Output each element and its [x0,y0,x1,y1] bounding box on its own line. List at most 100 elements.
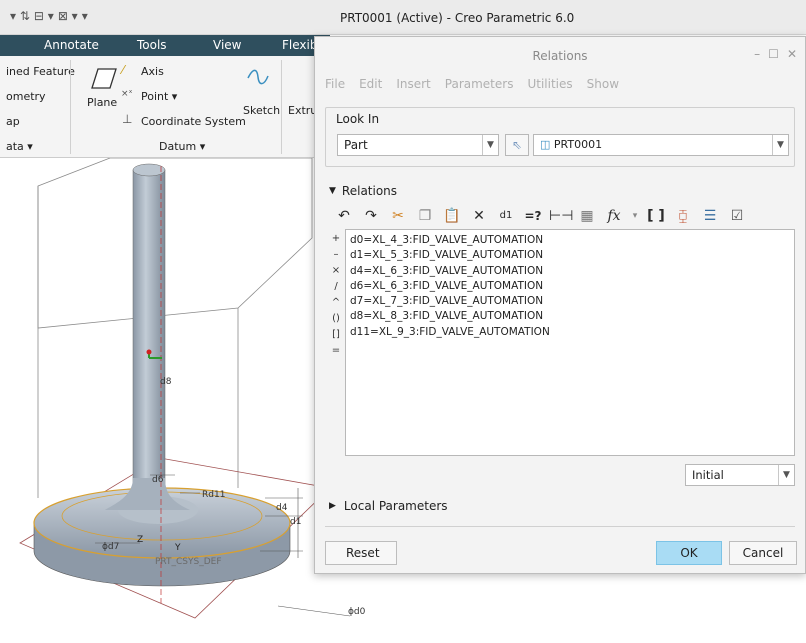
dimension-d8[interactable]: d8 [160,377,172,387]
cut-icon[interactable]: ✂ [387,206,409,226]
menu-utilities[interactable]: Utilities [527,77,572,91]
look-in-label: Look In [333,112,383,126]
dimension-d1[interactable]: d1 [290,517,301,527]
expand-triangle-icon: ▶ [329,501,336,511]
select-pointer-button[interactable]: ⇖ [505,134,529,156]
windows-icon[interactable]: ⊟ ▾ [34,9,54,23]
operator-palette: + – × / ^ () [] = [329,233,343,357]
tab-view[interactable]: View [213,38,241,52]
dimension-d4[interactable]: d4 [276,503,288,513]
relations-editor[interactable]: d0=XL_4_3:FID_VALVE_AUTOMATION d1=XL_5_3… [345,229,795,456]
window-controls: – ☐ ✕ [754,47,797,61]
cursor-icon: ⇖ [511,138,523,152]
ribbon-item-user-defined-feature[interactable]: ined Feature [6,65,75,78]
operator-multiply[interactable]: × [329,265,343,277]
ribbon-group-datum[interactable]: Datum ▾ [159,140,205,153]
tab-flexible-modeling[interactable]: Flexib [282,38,317,52]
dialog-header[interactable]: Relations – ☐ ✕ [315,37,805,73]
dimension-rd11[interactable]: Rd11 [202,490,225,500]
function-icon[interactable]: fx [603,206,625,226]
regenerate-icon[interactable]: ▾ ⇅ [10,9,30,23]
ok-button[interactable]: OK [656,541,722,565]
axis-icon[interactable]: ⁄ [122,63,124,77]
datum-plane-outline [37,158,313,329]
extrude-button[interactable]: Extru [288,104,317,117]
menu-edit[interactable]: Edit [359,77,382,91]
ribbon-divider [281,60,282,154]
operator-plus[interactable]: + [329,233,343,245]
relation-line: d0=XL_4_3:FID_VALVE_AUTOMATION [350,234,544,246]
cancel-button[interactable]: Cancel [729,541,797,565]
menu-insert[interactable]: Insert [396,77,430,91]
window-title-bar: ▾ ⇅ ⊟ ▾ ⊠ ▾ ▾ PRT0001 (Active) - Creo Pa… [0,0,806,35]
tab-tools[interactable]: Tools [137,38,167,52]
insert-parameter-icon[interactable]: ▦ [576,206,598,226]
evaluate-icon[interactable]: =? [522,206,544,226]
menu-parameters[interactable]: Parameters [445,77,514,91]
ribbon-group-data[interactable]: ata ▾ [6,140,33,153]
brackets-icon[interactable]: [ ] [645,206,667,226]
csys-z-label: Z [137,535,143,545]
expand-triangle-icon: ▼ [329,186,336,196]
app-title: PRT0001 (Active) - Creo Parametric 6.0 [340,11,575,25]
quick-access-toolbar: ▾ ⇅ ⊟ ▾ ⊠ ▾ ▾ [10,9,88,23]
redo-icon[interactable]: ↷ [360,206,382,226]
ribbon-item-wrap[interactable]: ap [6,115,20,128]
sketch-icon[interactable] [245,66,271,88]
ribbon-item-geometry[interactable]: ometry [6,90,46,103]
look-in-select[interactable]: Part ▼ [337,134,499,156]
relation-line: d4=XL_6_3:FID_VALVE_AUTOMATION [350,264,544,277]
plane-button[interactable]: Plane [87,96,117,109]
csys-y-label: Y [174,543,181,553]
operator-minus[interactable]: – [329,249,343,261]
maximize-icon[interactable]: ☐ [768,47,779,61]
relations-section-header[interactable]: ▼ Relations [329,184,397,198]
coordinate-system-icon[interactable]: ⊥ [122,112,132,126]
chevron-down-icon: ▼ [778,465,794,485]
sort-order-value: Initial [692,468,724,482]
unit-sensitivity-icon[interactable]: ⧮ [672,206,694,226]
ribbon-tabs: Annotate Tools View Flexib [0,35,330,56]
dialog-title: Relations [532,49,588,63]
operator-brackets[interactable]: [] [329,329,343,341]
plane-icon[interactable] [84,66,118,92]
close-icon[interactable]: ✕ [787,47,797,61]
paste-icon[interactable]: 📋 [441,206,463,226]
verify-icon[interactable]: ☑ [726,206,748,226]
operator-parentheses[interactable]: () [329,313,343,325]
point-icon[interactable]: ×ˣ [121,89,133,99]
relation-line: d11=XL_9_3:FID_VALVE_AUTOMATION [350,325,550,338]
operator-power[interactable]: ^ [329,297,343,309]
axis-button[interactable]: Axis [141,65,164,78]
point-button[interactable]: Point ▾ [141,90,177,103]
relations-dialog: Relations – ☐ ✕ File Edit Insert Paramet… [314,36,806,574]
sketch-button[interactable]: Sketch [243,104,280,117]
close-window-icon[interactable]: ⊠ ▾ [58,9,78,23]
relation-line: d8=XL_8_3:FID_VALVE_AUTOMATION [350,310,544,323]
coordinate-system-button[interactable]: Coordinate System [141,115,246,128]
minimize-icon[interactable]: – [754,47,760,61]
divider [325,526,795,527]
sort-icon[interactable]: ☰ [699,206,721,226]
dimension-d6[interactable]: d6 [152,475,164,485]
copy-icon[interactable]: ❐ [414,206,436,226]
measure-icon[interactable]: ⊢⊣ [549,206,573,226]
switch-dimensions-icon[interactable]: d1 [495,206,517,226]
menu-show[interactable]: Show [587,77,619,91]
local-parameters-header[interactable]: ▶ Local Parameters [329,499,448,513]
chevron-down-icon: ▼ [772,135,788,155]
chevron-down-icon[interactable]: ▾ [630,206,640,226]
delete-icon[interactable]: ✕ [468,206,490,226]
dimension-d7[interactable]: ϕd7 [102,542,119,552]
relation-line: d6=XL_6_3:FID_VALVE_AUTOMATION [350,279,544,292]
sort-order-select[interactable]: Initial ▼ [685,464,795,486]
tab-annotate[interactable]: Annotate [44,38,99,52]
reset-button[interactable]: Reset [325,541,397,565]
model-select[interactable]: ◫ PRT0001 ▼ [533,134,789,156]
customize-qat-icon[interactable]: ▾ [82,9,88,23]
operator-divide[interactable]: / [329,281,343,293]
menu-file[interactable]: File [325,77,345,91]
dimension-d0[interactable]: ϕd0 [348,607,366,617]
operator-equals[interactable]: = [329,345,343,357]
undo-icon[interactable]: ↶ [333,206,355,226]
